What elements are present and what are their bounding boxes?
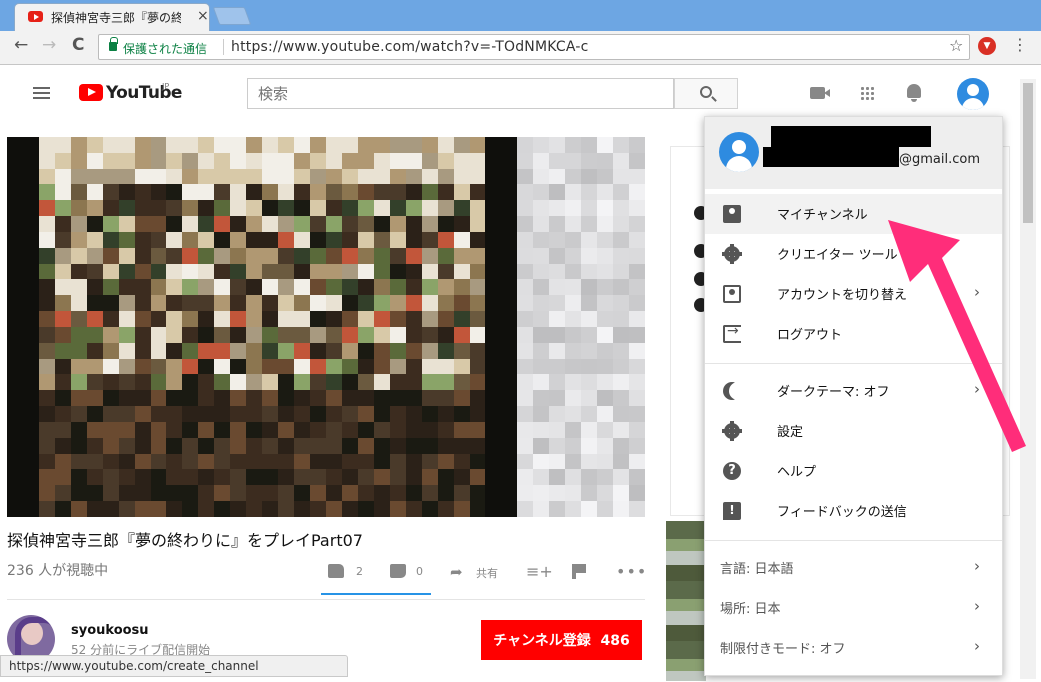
hamburger-menu-icon[interactable] bbox=[33, 87, 50, 99]
like-ratio-bar bbox=[321, 593, 431, 595]
related-thumbnails[interactable] bbox=[666, 521, 706, 681]
youtube-logo-text[interactable]: YouTube bbox=[106, 83, 182, 103]
chevron-right-icon: › bbox=[974, 637, 980, 655]
more-options-icon[interactable]: ••• bbox=[616, 562, 647, 581]
exit-icon bbox=[723, 323, 741, 343]
menu-divider bbox=[705, 540, 1002, 541]
search-input[interactable] bbox=[247, 78, 674, 109]
reload-icon[interactable]: C bbox=[72, 35, 84, 55]
youtube-favicon-icon bbox=[28, 11, 43, 22]
account-avatar[interactable] bbox=[957, 78, 989, 110]
video-title: 探偵神宮寺三郎『夢の終わりに』をプレイPart07 bbox=[7, 531, 363, 550]
browser-menu-icon[interactable]: ⋮ bbox=[1012, 35, 1028, 54]
secure-connection-label: 保護された通信 bbox=[123, 42, 208, 56]
menu-item-label: ヘルプ bbox=[777, 465, 817, 480]
menu-item-label: 場所: 日本 bbox=[720, 602, 781, 617]
tab-strip: 探偵神宮寺三郎『夢の終わ × bbox=[0, 0, 1041, 31]
redacted-email bbox=[763, 147, 899, 167]
account-menu-header: @gmail.com bbox=[705, 117, 1002, 189]
lock-icon bbox=[109, 37, 118, 51]
browser-tab[interactable]: 探偵神宮寺三郎『夢の終わ × bbox=[14, 3, 210, 31]
chevron-right-icon: › bbox=[974, 557, 980, 575]
dislike-icon[interactable] bbox=[390, 564, 406, 578]
help-icon: ? bbox=[723, 462, 741, 480]
divider bbox=[7, 599, 645, 600]
search-icon bbox=[700, 86, 712, 98]
apps-grid-icon[interactable] bbox=[860, 86, 875, 101]
menu-item-label: マイチャンネル bbox=[777, 208, 868, 223]
feedback-icon: ! bbox=[723, 502, 741, 520]
menu-item-label: 言語: 日本語 bbox=[720, 562, 794, 577]
menu-item-label: フィードバックの送信 bbox=[777, 505, 907, 520]
menu-avatar bbox=[719, 132, 759, 172]
youtube-header: YouTube JP bbox=[0, 66, 1020, 122]
tab-title: 探偵神宮寺三郎『夢の終わ bbox=[51, 11, 181, 25]
channel-name[interactable]: syoukoosu bbox=[71, 623, 149, 638]
like-ratio-fill bbox=[321, 593, 431, 595]
bookmark-star-icon[interactable]: ☆ bbox=[949, 36, 963, 55]
subscribe-label: チャンネル登録 bbox=[493, 633, 591, 649]
scrollbar-thumb[interactable] bbox=[1023, 83, 1033, 223]
menu-item-location[interactable]: 場所: 日本 › bbox=[705, 588, 1002, 628]
menu-item-feedback[interactable]: ! フィードバックの送信 bbox=[705, 491, 1002, 531]
redacted-name bbox=[771, 126, 931, 147]
switch-account-icon bbox=[723, 285, 741, 303]
upload-video-icon[interactable] bbox=[810, 87, 830, 99]
gear-icon bbox=[722, 244, 742, 264]
view-count: 236 人が視聴中 bbox=[7, 563, 109, 579]
video-frame-mosaic bbox=[7, 137, 645, 517]
subscribe-button[interactable]: チャンネル登録 486 bbox=[481, 620, 642, 660]
forward-icon[interactable]: → bbox=[42, 35, 56, 55]
menu-item-label: 設定 bbox=[777, 425, 804, 440]
menu-item-label: ログアウト bbox=[777, 328, 843, 343]
dislike-count: 0 bbox=[416, 565, 423, 578]
new-tab-button[interactable] bbox=[212, 7, 252, 25]
video-player[interactable] bbox=[7, 137, 645, 517]
person-icon bbox=[723, 205, 741, 223]
tab-close-icon[interactable]: × bbox=[197, 8, 209, 24]
gear-icon bbox=[722, 421, 742, 441]
add-to-playlist-icon[interactable]: ≡+ bbox=[526, 562, 553, 581]
menu-item-language[interactable]: 言語: 日本語 › bbox=[705, 548, 1002, 588]
subscriber-count: 486 bbox=[600, 633, 630, 649]
account-email: @gmail.com bbox=[899, 152, 981, 167]
status-bar-url: https://www.youtube.com/create_channel bbox=[0, 655, 348, 677]
menu-item-restricted-mode[interactable]: 制限付きモード: オフ › bbox=[705, 628, 1002, 668]
like-count: 2 bbox=[356, 565, 363, 578]
extension-icon[interactable]: ▼ bbox=[978, 37, 996, 55]
like-icon[interactable] bbox=[328, 564, 344, 578]
url-divider bbox=[223, 39, 224, 55]
back-icon[interactable]: ← bbox=[14, 35, 28, 55]
notifications-bell-icon[interactable] bbox=[907, 84, 921, 102]
annotation-arrow bbox=[888, 220, 1026, 452]
url-text[interactable]: https://www.youtube.com/watch?v=-TOdNMKC… bbox=[231, 39, 588, 55]
share-icon[interactable]: ➦ bbox=[450, 563, 463, 581]
moon-icon bbox=[723, 382, 741, 400]
search-button[interactable] bbox=[674, 78, 738, 109]
menu-item-label: 制限付きモード: オフ bbox=[720, 642, 846, 657]
report-flag-icon[interactable] bbox=[572, 564, 586, 579]
browser-toolbar: ← → C 保護された通信 https://www.youtube.com/wa… bbox=[0, 31, 1041, 65]
address-bar[interactable]: 保護された通信 https://www.youtube.com/watch?v=… bbox=[98, 34, 970, 60]
logo-region-label: JP bbox=[162, 82, 170, 91]
menu-item-label: ダークテーマ: オフ bbox=[777, 385, 890, 400]
chevron-right-icon: › bbox=[974, 597, 980, 615]
youtube-logo-icon[interactable] bbox=[79, 84, 103, 101]
share-label[interactable]: 共有 bbox=[476, 565, 498, 581]
